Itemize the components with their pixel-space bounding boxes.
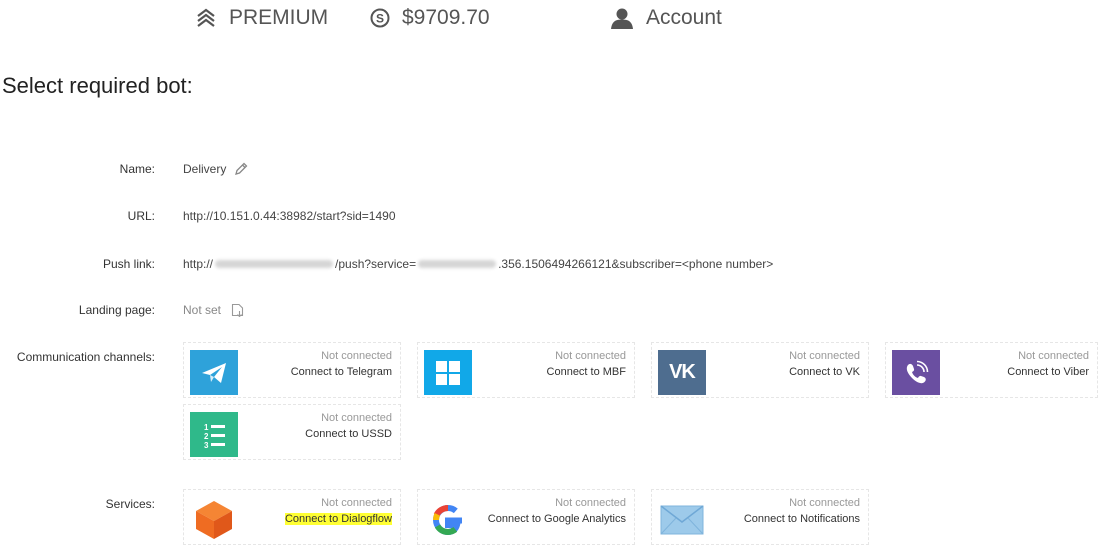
mbf-status: Not connected xyxy=(555,350,626,362)
push-link-prefix: http:// xyxy=(183,257,214,271)
connect-dialogflow-link[interactable]: Connect to Dialogflow xyxy=(284,513,392,525)
notifications-service-card[interactable]: Not connected Connect to Notifications xyxy=(651,489,869,545)
svg-text:3: 3 xyxy=(204,441,209,449)
landing-page-value: Not set xyxy=(183,303,222,317)
vk-icon: VK xyxy=(658,350,706,395)
redacted-service xyxy=(418,260,497,268)
google-icon xyxy=(424,497,472,542)
telegram-channel-card[interactable]: Not connected Connect to Telegram xyxy=(183,342,401,398)
balance-value: $9709.70 xyxy=(402,6,490,29)
viber-icon xyxy=(892,350,940,395)
ussd-status: Not connected xyxy=(321,412,392,424)
connect-telegram-link[interactable]: Connect to Telegram xyxy=(291,366,392,378)
connect-mbf-link[interactable]: Connect to MBF xyxy=(547,366,626,378)
push-link-middle: /push?service= xyxy=(335,257,417,271)
svg-text:1: 1 xyxy=(204,423,209,432)
connect-vk-link[interactable]: Connect to VK xyxy=(789,366,860,378)
edit-pencil-icon[interactable] xyxy=(234,162,248,176)
ussd-list-icon: 1 2 3 xyxy=(190,412,238,457)
name-label: Name: xyxy=(119,162,155,176)
telegram-icon xyxy=(190,350,238,395)
mbf-channel-card[interactable]: Not connected Connect to MBF xyxy=(417,342,635,398)
top-bar: PREMIUM S $9709.70 Account xyxy=(0,0,1098,40)
dialogflow-status: Not connected xyxy=(321,497,392,509)
balance-link[interactable]: S $9709.70 xyxy=(370,6,490,30)
landing-page-label: Landing page: xyxy=(78,303,155,317)
redacted-host xyxy=(215,260,334,268)
mail-icon xyxy=(658,497,706,542)
viber-channel-card[interactable]: Not connected Connect to Viber xyxy=(885,342,1098,398)
google-analytics-status: Not connected xyxy=(555,497,626,509)
telegram-status: Not connected xyxy=(321,350,392,362)
push-link-suffix: .356.1506494266121&subscriber=<phone num… xyxy=(498,257,774,271)
dialogflow-service-card[interactable]: Not connected Connect to Dialogflow xyxy=(183,489,401,545)
account-label: Account xyxy=(646,6,722,29)
ussd-channel-card[interactable]: 1 2 3 Not connected Connect to USSD xyxy=(183,404,401,460)
viber-status: Not connected xyxy=(1018,350,1089,362)
plan-label: PREMIUM xyxy=(229,6,329,29)
svg-text:2: 2 xyxy=(204,432,209,441)
push-link-value[interactable]: http:// /push?service= .356.150649426612… xyxy=(183,257,773,271)
vk-channel-card[interactable]: VK Not connected Connect to VK xyxy=(651,342,869,398)
channels-label: Communication channels: xyxy=(16,350,155,364)
connect-notifications-link[interactable]: Connect to Notifications xyxy=(744,513,860,525)
url-label: URL: xyxy=(127,209,155,223)
connect-viber-link[interactable]: Connect to Viber xyxy=(1007,366,1089,378)
push-link-label: Push link: xyxy=(102,257,155,271)
dialogflow-icon xyxy=(190,497,238,542)
notifications-status: Not connected xyxy=(789,497,860,509)
connect-ussd-link[interactable]: Connect to USSD xyxy=(305,428,392,440)
windows-icon xyxy=(424,350,472,395)
name-value-row: Delivery xyxy=(183,162,248,176)
add-page-icon[interactable] xyxy=(231,303,244,317)
landing-page-row: Not set xyxy=(183,303,244,317)
premium-chevrons-icon xyxy=(195,8,217,28)
account-link[interactable]: Account xyxy=(610,6,722,30)
premium-plan-link[interactable]: PREMIUM xyxy=(195,6,328,30)
svg-text:S: S xyxy=(376,12,384,26)
user-icon xyxy=(610,7,634,29)
url-value[interactable]: http://10.151.0.44:38982/start?sid=1490 xyxy=(183,209,396,223)
services-label: Services: xyxy=(105,497,155,511)
bot-name: Delivery xyxy=(183,162,227,176)
coin-icon: S xyxy=(370,8,390,28)
connect-google-analytics-link[interactable]: Connect to Google Analytics xyxy=(488,513,626,525)
page-heading: Select required bot: xyxy=(2,73,193,98)
vk-status: Not connected xyxy=(789,350,860,362)
google-analytics-service-card[interactable]: Not connected Connect to Google Analytic… xyxy=(417,489,635,545)
